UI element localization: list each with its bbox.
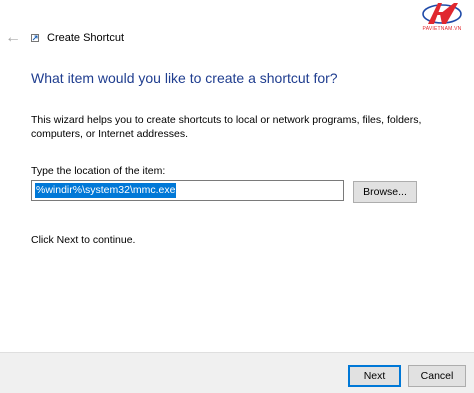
pavietnam-logo: PAVIETNAM.VN [414,0,470,34]
location-label: Type the location of the item: [31,165,166,177]
shortcut-icon [31,34,39,42]
title-bar: ← Create Shortcut [0,24,474,52]
wizard-footer: Next Cancel [0,352,474,393]
wizard-description: This wizard helps you to create shortcut… [31,114,422,140]
pavietnam-logo-mark [422,3,462,24]
back-arrow-icon[interactable]: ← [5,30,21,46]
wizard-heading: What item would you like to create a sho… [31,70,338,86]
logo-text: PAVIETNAM.VN [422,26,462,32]
window-title: Create Shortcut [47,32,125,44]
cancel-button[interactable]: Cancel [408,365,466,387]
location-input[interactable]: %windir%\system32\mmc.exe [31,180,344,201]
browse-button[interactable]: Browse... [353,181,417,203]
location-input-value: %windir%\system32\mmc.exe [35,183,177,198]
next-button[interactable]: Next [348,365,401,387]
continue-hint: Click Next to continue. [31,234,136,246]
